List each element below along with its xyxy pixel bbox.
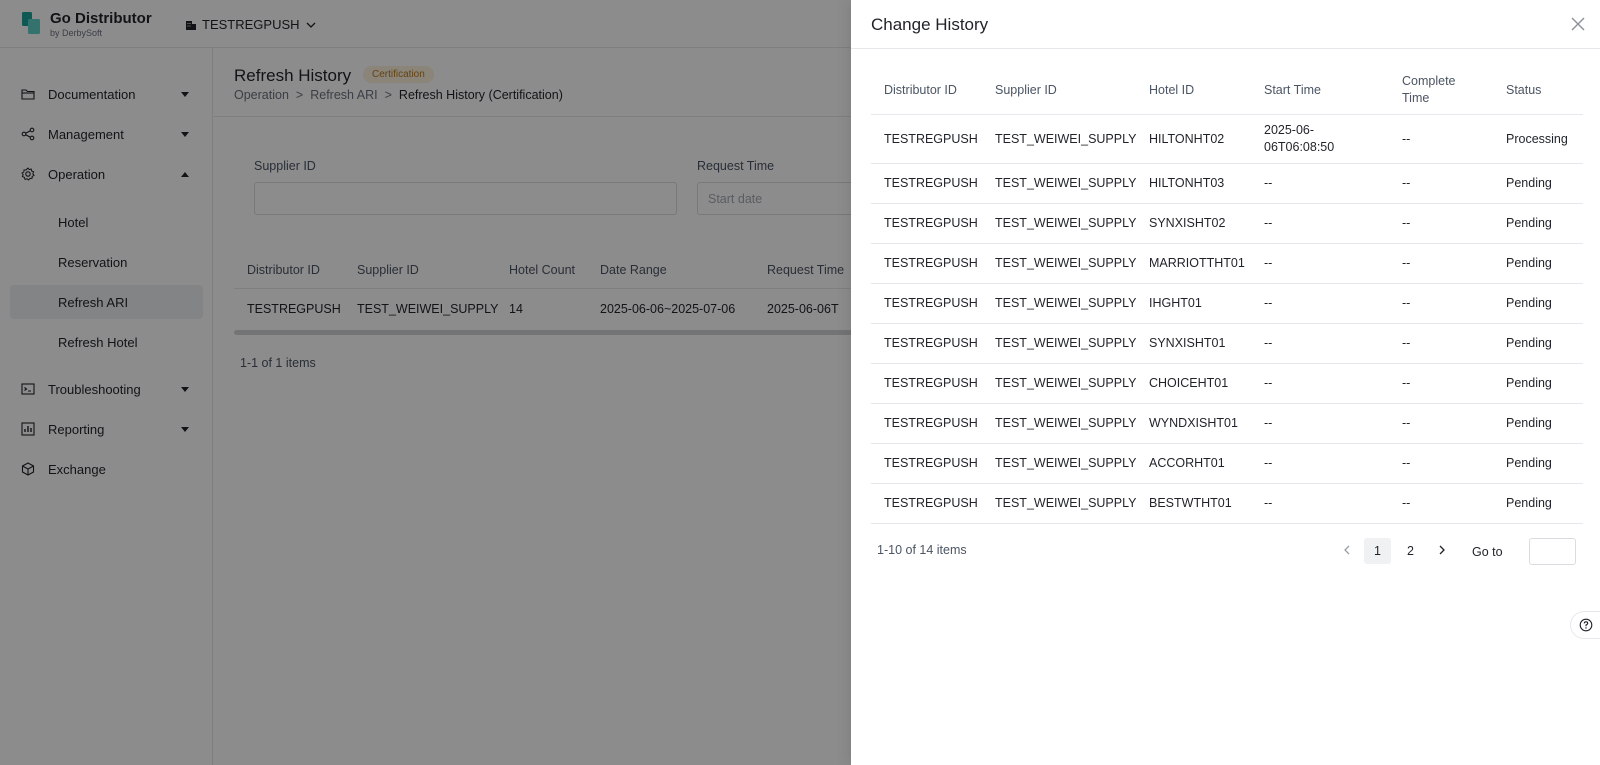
start-time-cell: --	[1264, 216, 1273, 230]
status-cell: Pending	[1506, 216, 1552, 230]
help-button[interactable]	[1570, 611, 1600, 639]
status-cell: Pending	[1506, 176, 1552, 190]
start-time-cell: --	[1264, 336, 1273, 350]
status-cell: Pending	[1506, 336, 1552, 350]
complete-time-cell: --	[1402, 496, 1411, 510]
supplier-id-cell: TEST_WEIWEI_SUPPLY	[995, 456, 1137, 470]
pagination-page-2[interactable]: 2	[1397, 538, 1424, 564]
change-history-table: Distributor ID Supplier ID Hotel ID Star…	[871, 66, 1583, 524]
distributor-id-cell: TESTREGPUSH	[884, 376, 978, 390]
question-circle-icon	[1579, 618, 1593, 632]
status-cell: Pending	[1506, 496, 1552, 510]
distributor-id-cell: TESTREGPUSH	[884, 131, 978, 146]
hotel-id-cell: BESTWTHT01	[1149, 496, 1232, 510]
chevron-right-icon[interactable]	[1435, 543, 1449, 557]
complete-time-cell: --	[1402, 131, 1411, 146]
table-row[interactable]: TESTREGPUSH TEST_WEIWEI_SUPPLY SYNXISHT02 -…	[871, 204, 1583, 244]
complete-time-cell: --	[1402, 216, 1411, 230]
table-row[interactable]: TESTREGPUSH TEST_WEIWEI_SUPPLY IHGHT01 -- --…	[871, 284, 1583, 324]
table-row[interactable]: TESTREGPUSH TEST_WEIWEI_SUPPLY MARRIOTTHT0…	[871, 244, 1583, 284]
pagination-count: 1-10 of 14 items	[877, 543, 967, 557]
table-row[interactable]: TESTREGPUSH TEST_WEIWEI_SUPPLY ACCORHT01 --…	[871, 444, 1583, 484]
goto-label: Go to	[1472, 545, 1503, 559]
start-time-cell: --	[1264, 456, 1273, 470]
distributor-id-cell: TESTREGPUSH	[884, 176, 978, 190]
distributor-id-cell: TESTREGPUSH	[884, 336, 978, 350]
status-cell: Pending	[1506, 296, 1552, 310]
hotel-id-cell: MARRIOTTHT01	[1149, 256, 1245, 270]
hotel-id-cell: SYNXISHT02	[1149, 216, 1226, 230]
start-time-cell: --	[1264, 176, 1273, 190]
supplier-id-cell: TEST_WEIWEI_SUPPLY	[995, 496, 1137, 510]
distributor-id-cell: TESTREGPUSH	[884, 496, 978, 510]
table-row[interactable]: TESTREGPUSH TEST_WEIWEI_SUPPLY SYNXISHT01 -…	[871, 324, 1583, 364]
status-cell: Pending	[1506, 416, 1552, 430]
hotel-id-cell: IHGHT01	[1149, 296, 1202, 310]
modal-overlay[interactable]	[0, 0, 852, 765]
complete-time-cell: --	[1402, 336, 1411, 350]
table-row[interactable]: TESTREGPUSH TEST_WEIWEI_SUPPLY HILTONHT02 2…	[871, 115, 1583, 164]
chevron-left-icon[interactable]	[1340, 543, 1354, 557]
drawer-title: Change History	[871, 15, 989, 34]
column-header[interactable]: Distributor ID	[884, 66, 990, 114]
start-time-cell: --	[1264, 496, 1273, 510]
distributor-id-cell: TESTREGPUSH	[884, 296, 978, 310]
supplier-id-cell: TEST_WEIWEI_SUPPLY	[995, 296, 1137, 310]
complete-time-cell: --	[1402, 376, 1411, 390]
start-time-cell: 2025-06-06T06:08:50	[1264, 123, 1335, 154]
supplier-id-cell: TEST_WEIWEI_SUPPLY	[995, 336, 1137, 350]
hotel-id-cell: HILTONHT02	[1149, 131, 1225, 146]
distributor-id-cell: TESTREGPUSH	[884, 216, 978, 230]
column-header[interactable]: Start Time	[1264, 66, 1394, 114]
hotel-id-cell: SYNXISHT01	[1149, 336, 1226, 350]
hotel-id-cell: WYNDXISHT01	[1149, 416, 1238, 430]
supplier-id-cell: TEST_WEIWEI_SUPPLY	[995, 376, 1137, 390]
drawer-header: Change History	[851, 0, 1600, 49]
close-icon[interactable]	[1570, 16, 1586, 32]
start-time-cell: --	[1264, 376, 1273, 390]
table-row[interactable]: TESTREGPUSH TEST_WEIWEI_SUPPLY CHOICEHT01 -…	[871, 364, 1583, 404]
supplier-id-cell: TEST_WEIWEI_SUPPLY	[995, 176, 1137, 190]
hotel-id-cell: ACCORHT01	[1149, 456, 1225, 470]
supplier-id-cell: TEST_WEIWEI_SUPPLY	[995, 256, 1137, 270]
distributor-id-cell: TESTREGPUSH	[884, 256, 978, 270]
status-cell: Pending	[1506, 256, 1552, 270]
table-header: Distributor ID Supplier ID Hotel ID Star…	[871, 66, 1583, 115]
start-time-cell: --	[1264, 256, 1273, 270]
table-row[interactable]: TESTREGPUSH TEST_WEIWEI_SUPPLY BESTWTHT01 -…	[871, 484, 1583, 524]
supplier-id-cell: TEST_WEIWEI_SUPPLY	[995, 216, 1137, 230]
supplier-id-cell: TEST_WEIWEI_SUPPLY	[995, 416, 1137, 430]
table-row[interactable]: TESTREGPUSH TEST_WEIWEI_SUPPLY HILTONHT03 -…	[871, 164, 1583, 204]
pagination-page-1[interactable]: 1	[1364, 538, 1391, 564]
distributor-id-cell: TESTREGPUSH	[884, 416, 978, 430]
status-cell: Pending	[1506, 456, 1552, 470]
distributor-id-cell: TESTREGPUSH	[884, 456, 978, 470]
start-time-cell: --	[1264, 416, 1273, 430]
hotel-id-cell: HILTONHT03	[1149, 176, 1225, 190]
start-time-cell: --	[1264, 296, 1273, 310]
column-header[interactable]: Complete Time	[1402, 66, 1472, 114]
column-header[interactable]: Hotel ID	[1149, 66, 1259, 114]
supplier-id-cell: TEST_WEIWEI_SUPPLY	[995, 131, 1137, 146]
app-window: Go Distributor by DerbySoft TESTREGPUSH …	[0, 0, 1600, 765]
goto-page-input[interactable]	[1529, 538, 1576, 565]
column-header[interactable]: Status	[1506, 66, 1586, 114]
complete-time-cell: --	[1402, 296, 1411, 310]
status-cell: Pending	[1506, 376, 1552, 390]
complete-time-cell: --	[1402, 416, 1411, 430]
table-body: TESTREGPUSH TEST_WEIWEI_SUPPLY HILTONHT02 2…	[871, 115, 1583, 524]
complete-time-cell: --	[1402, 176, 1411, 190]
complete-time-cell: --	[1402, 256, 1411, 270]
status-cell: Processing	[1506, 131, 1568, 146]
column-header[interactable]: Supplier ID	[995, 66, 1145, 114]
table-row[interactable]: TESTREGPUSH TEST_WEIWEI_SUPPLY WYNDXISHT01…	[871, 404, 1583, 444]
change-history-drawer: Change History Distributor ID Supplier I…	[851, 0, 1600, 765]
complete-time-cell: --	[1402, 456, 1411, 470]
hotel-id-cell: CHOICEHT01	[1149, 376, 1229, 390]
